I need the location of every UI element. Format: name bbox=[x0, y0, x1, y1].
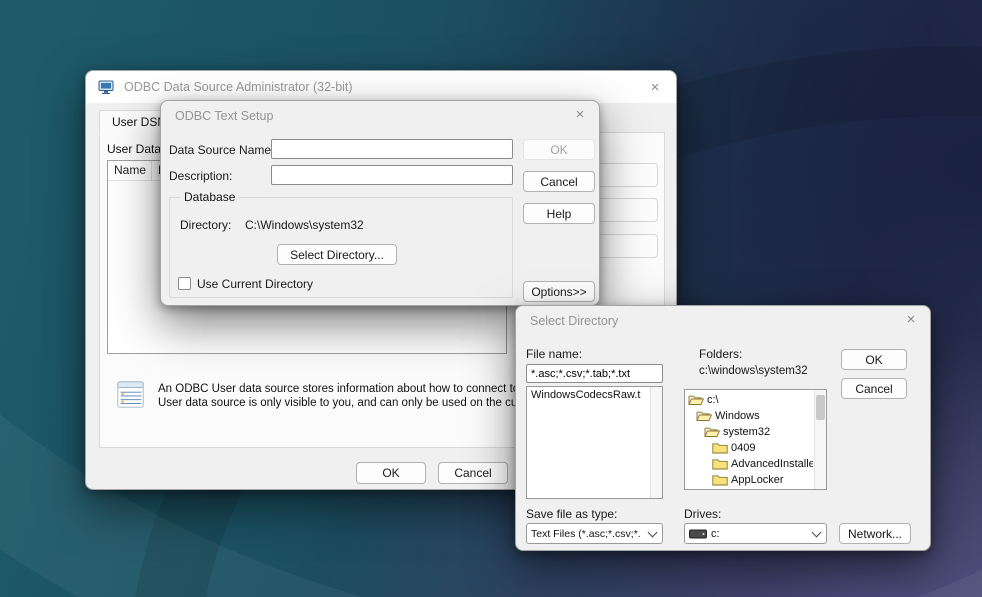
directory-label: Directory: bbox=[180, 218, 231, 232]
select-directory-title[interactable]: Select Directory bbox=[530, 314, 618, 328]
file-list-item[interactable]: WindowsCodecsRaw.t bbox=[527, 387, 649, 403]
directory-tree[interactable]: c:\ Windows system32 0409 bbox=[684, 389, 827, 490]
odbc-text-setup-dialog: ODBC Text Setup × Data Source Name: Desc… bbox=[160, 100, 600, 306]
select-directory-dialog: Select Directory × File name: Folders: c… bbox=[515, 305, 931, 551]
use-current-directory-label: Use Current Directory bbox=[197, 277, 313, 291]
tree-item-0409[interactable]: 0409 bbox=[685, 440, 813, 456]
dsn-info-icon bbox=[116, 379, 146, 411]
info-text-line1: An ODBC User data source stores informat… bbox=[158, 383, 520, 395]
select-directory-cancel-button[interactable]: Cancel bbox=[841, 378, 907, 399]
chevron-down-icon bbox=[648, 527, 658, 537]
save-type-value: Text Files (*.asc;*.csv;*. bbox=[531, 528, 641, 540]
closed-folder-icon bbox=[712, 458, 728, 470]
odbc-app-icon bbox=[98, 79, 115, 95]
database-groupbox: Database Directory: C:\Windows\system32 … bbox=[169, 197, 513, 298]
column-header-name[interactable]: Name bbox=[108, 161, 152, 180]
select-directory-close-icon[interactable]: × bbox=[902, 312, 920, 327]
file-list[interactable]: WindowsCodecsRaw.t bbox=[526, 386, 663, 499]
admin-ok-button[interactable]: OK bbox=[356, 462, 426, 484]
database-group-label: Database bbox=[180, 190, 239, 204]
directory-tree-scrollbar[interactable] bbox=[814, 390, 826, 489]
tree-item-label: c:\ bbox=[707, 394, 719, 406]
folders-current-path: c:\windows\system32 bbox=[699, 365, 808, 377]
tree-item-label: Windows bbox=[715, 410, 760, 422]
info-text-line2: User data source is only visible to you,… bbox=[158, 397, 520, 409]
folders-label: Folders: bbox=[699, 347, 742, 361]
select-directory-ok-button[interactable]: OK bbox=[841, 349, 907, 370]
tree-item-root[interactable]: c:\ bbox=[685, 392, 813, 408]
data-source-name-input[interactable] bbox=[271, 139, 513, 159]
admin-cancel-button[interactable]: Cancel bbox=[438, 462, 508, 484]
file-name-input[interactable] bbox=[526, 364, 663, 383]
admin-titlebar[interactable]: ODBC Data Source Administrator (32-bit) … bbox=[86, 71, 676, 103]
closed-folder-icon bbox=[712, 442, 728, 454]
open-folder-icon bbox=[688, 394, 704, 406]
drives-label: Drives: bbox=[684, 507, 721, 521]
text-setup-ok-button: OK bbox=[523, 139, 595, 160]
tree-item-advancedinstallers[interactable]: AdvancedInstallers bbox=[685, 456, 813, 472]
data-source-name-label: Data Source Name: bbox=[169, 143, 274, 157]
open-folder-icon bbox=[696, 410, 712, 422]
drives-value: c: bbox=[711, 528, 720, 540]
open-folder-icon bbox=[704, 426, 720, 438]
select-directory-button[interactable]: Select Directory... bbox=[277, 244, 397, 265]
directory-value: C:\Windows\system32 bbox=[245, 218, 364, 232]
admin-close-icon[interactable]: × bbox=[646, 80, 664, 95]
text-setup-title[interactable]: ODBC Text Setup bbox=[175, 109, 273, 123]
text-setup-help-button[interactable]: Help bbox=[523, 203, 595, 224]
admin-window-title: ODBC Data Source Administrator (32-bit) bbox=[124, 80, 353, 94]
drive-icon bbox=[689, 529, 707, 539]
text-setup-options-button[interactable]: Options>> bbox=[523, 281, 595, 302]
tree-item-system32[interactable]: system32 bbox=[685, 424, 813, 440]
text-setup-cancel-button[interactable]: Cancel bbox=[523, 171, 595, 192]
tree-item-label: system32 bbox=[723, 426, 770, 438]
tree-item-label: 0409 bbox=[731, 442, 755, 454]
tree-item-label: AdvancedInstallers bbox=[731, 458, 813, 470]
text-setup-close-icon[interactable]: × bbox=[571, 107, 589, 122]
file-list-scrollbar[interactable] bbox=[650, 387, 662, 498]
tree-item-windows[interactable]: Windows bbox=[685, 408, 813, 424]
file-name-label: File name: bbox=[526, 347, 582, 361]
chevron-down-icon bbox=[812, 527, 822, 537]
drives-dropdown[interactable]: c: bbox=[684, 523, 827, 544]
closed-folder-icon bbox=[712, 474, 728, 486]
save-file-as-type-dropdown[interactable]: Text Files (*.asc;*.csv;*. bbox=[526, 523, 663, 544]
description-input[interactable] bbox=[271, 165, 513, 185]
tree-item-applocker[interactable]: AppLocker bbox=[685, 472, 813, 488]
save-file-as-type-label: Save file as type: bbox=[526, 507, 617, 521]
network-button[interactable]: Network... bbox=[839, 523, 911, 544]
scrollbar-thumb[interactable] bbox=[816, 395, 825, 420]
use-current-directory-checkbox[interactable] bbox=[178, 277, 191, 290]
description-label: Description: bbox=[169, 169, 232, 183]
tree-item-label: AppLocker bbox=[731, 474, 784, 486]
